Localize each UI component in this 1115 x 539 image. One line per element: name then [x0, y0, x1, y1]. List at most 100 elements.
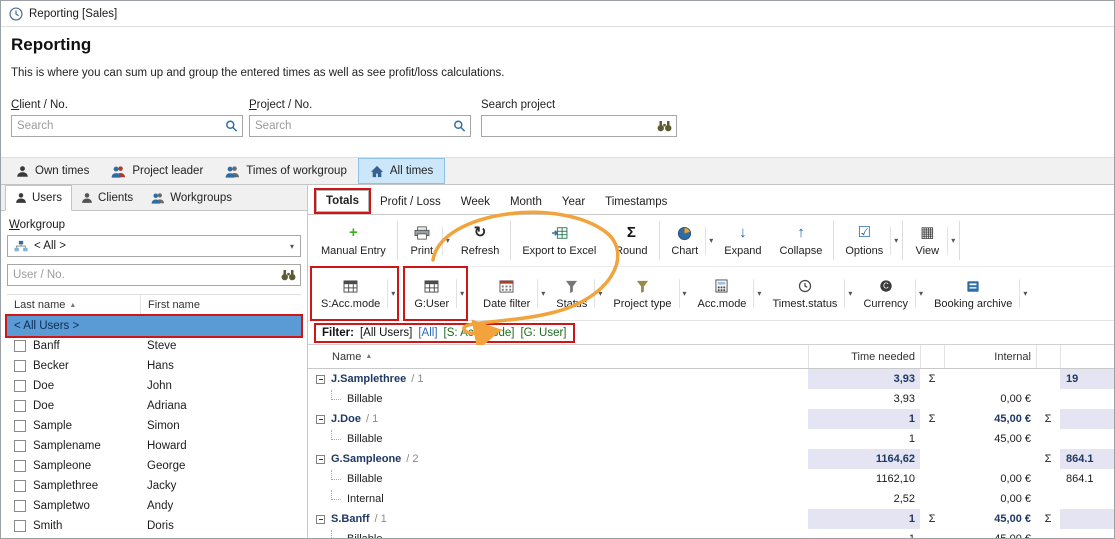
window-titlebar: Reporting [Sales]	[1, 1, 1114, 27]
column-header-first-name[interactable]: First name	[140, 295, 301, 315]
round-button[interactable]: Σ Round	[605, 216, 657, 265]
chevron-down-icon[interactable]: ▾	[1019, 279, 1027, 309]
list-item-user[interactable]: Sampleone George	[7, 456, 301, 476]
chevron-down-icon[interactable]: ▾	[844, 279, 852, 309]
date-filter-button[interactable]: Date filter ▾	[474, 268, 547, 319]
chevron-down-icon[interactable]: ▾	[915, 279, 923, 309]
list-item-user[interactable]: Samplethree Jacky	[7, 476, 301, 496]
column-header-time-needed[interactable]: Time needed	[808, 345, 920, 368]
tab-month[interactable]: Month	[501, 192, 551, 212]
user-checkbox[interactable]	[14, 340, 26, 352]
plus-icon: +	[349, 225, 358, 242]
client-search-input[interactable]	[12, 116, 242, 136]
user-search-input[interactable]	[8, 265, 300, 285]
acc-mode-filter-button[interactable]: Acc.mode ▾	[689, 268, 764, 319]
chevron-down-icon[interactable]: ▾	[537, 279, 545, 309]
chevron-down-icon[interactable]: ▾	[442, 226, 450, 254]
column-header-last-name[interactable]: Last name ▲	[7, 295, 140, 315]
column-header-name[interactable]: Name ▲	[308, 345, 808, 368]
list-item-user[interactable]: Banff Steve	[7, 336, 301, 356]
tab-profit-loss[interactable]: Profit / Loss	[371, 192, 450, 212]
chart-button[interactable]: Chart ▾	[662, 216, 715, 265]
user-checkbox[interactable]	[14, 520, 26, 532]
expand-button[interactable]: ↓ Expand	[715, 216, 770, 265]
tab-week[interactable]: Week	[452, 192, 499, 212]
print-button[interactable]: Print ▾	[400, 216, 452, 265]
timestamp-status-filter-button[interactable]: Timest.status ▾	[763, 268, 854, 319]
tab-project-leader[interactable]: Project leader	[100, 158, 214, 184]
project-filter-group: Project / No.	[249, 99, 471, 137]
collapse-expander-icon[interactable]	[316, 455, 325, 464]
collapse-expander-icon[interactable]	[316, 415, 325, 424]
sort-acc-mode-button[interactable]: S:Acc.mode ▾	[312, 268, 397, 319]
tab-own-times[interactable]: Own times	[5, 158, 100, 184]
binoculars-icon[interactable]	[657, 120, 672, 132]
group-user-button[interactable]: G:User ▾	[405, 268, 466, 319]
chevron-down-icon[interactable]: ▾	[947, 226, 955, 254]
table-row-group[interactable]: J.Samplethree/ 1 3,93 Σ 19	[308, 369, 1114, 389]
collapse-button[interactable]: ↑ Collapse	[771, 216, 832, 265]
list-item-user[interactable]: Sampletwo Andy	[7, 496, 301, 516]
collapse-expander-icon[interactable]	[316, 375, 325, 384]
status-filter-button[interactable]: Status ▾	[547, 268, 604, 319]
export-to-excel-button[interactable]: Export to Excel	[513, 216, 605, 265]
tab-all-times[interactable]: All times	[358, 158, 445, 184]
collapse-expander-icon[interactable]	[316, 515, 325, 524]
options-button[interactable]: ☑ Options ▾	[836, 216, 900, 265]
binoculars-icon[interactable]	[281, 269, 296, 281]
table-row-detail[interactable]: Internal 2,52 0,00 €	[308, 489, 1114, 509]
user-checkbox[interactable]	[14, 360, 26, 372]
table-row-group[interactable]: G.Sampleone/ 2 1164,62 Σ 864.1	[308, 449, 1114, 469]
tab-timestamps[interactable]: Timestamps	[596, 192, 676, 212]
chevron-down-icon[interactable]: ▾	[594, 279, 602, 309]
chevron-down-icon[interactable]: ▾	[890, 226, 898, 254]
toolbar-separator	[510, 221, 511, 260]
tab-year[interactable]: Year	[553, 192, 594, 212]
tab-totals[interactable]: Totals	[316, 190, 369, 212]
list-item-user[interactable]: Smith Doris	[7, 516, 301, 536]
user-checkbox[interactable]	[14, 460, 26, 472]
magnifier-icon[interactable]	[225, 120, 238, 133]
tab-times-of-workgroup[interactable]: Times of workgroup	[214, 158, 358, 184]
project-search-input[interactable]	[250, 116, 470, 136]
list-item-user[interactable]: Doe Adriana	[7, 396, 301, 416]
manual-entry-button[interactable]: + Manual Entry	[312, 216, 395, 265]
chevron-down-icon[interactable]: ▾	[290, 242, 294, 251]
chevron-down-icon[interactable]: ▾	[679, 279, 687, 309]
excel-export-icon	[551, 225, 568, 242]
user-checkbox[interactable]	[14, 480, 26, 492]
chevron-down-icon[interactable]: ▾	[753, 279, 761, 309]
column-header-internal[interactable]: Internal	[944, 345, 1036, 368]
list-item-user[interactable]: Becker Hans	[7, 356, 301, 376]
table-row-group[interactable]: J.Doe/ 1 1 Σ 45,00 € Σ	[308, 409, 1114, 429]
workgroup-combobox[interactable]: < All > ▾	[7, 235, 301, 257]
view-button[interactable]: ▦ View ▾	[905, 216, 957, 265]
chevron-down-icon[interactable]: ▾	[387, 279, 395, 309]
user-checkbox[interactable]	[14, 400, 26, 412]
tab-users[interactable]: Users	[5, 185, 72, 211]
chevron-down-icon[interactable]: ▾	[456, 279, 464, 309]
chevron-down-icon[interactable]: ▾	[705, 226, 713, 254]
table-row-group[interactable]: S.Banff/ 1 1 Σ 45,00 € Σ	[308, 509, 1114, 529]
booking-archive-button[interactable]: Booking archive ▾	[925, 268, 1029, 319]
magnifier-icon[interactable]	[453, 120, 466, 133]
table-row-detail[interactable]: Billable 1162,10 0,00 € 864.1	[308, 469, 1114, 489]
user-checkbox[interactable]	[14, 500, 26, 512]
list-item-user[interactable]: Doe John	[7, 376, 301, 396]
project-type-filter-button[interactable]: Project type ▾	[604, 268, 688, 319]
list-item-all-users[interactable]: < All Users >	[7, 316, 301, 336]
tab-clients[interactable]: Clients	[72, 185, 142, 210]
expand-icon: ↓	[739, 225, 747, 242]
user-checkbox[interactable]	[14, 440, 26, 452]
tab-workgroups[interactable]: Workgroups	[142, 185, 241, 210]
list-item-user[interactable]: Samplename Howard	[7, 436, 301, 456]
user-checkbox[interactable]	[14, 420, 26, 432]
table-row-detail[interactable]: Billable 1 45,00 €	[308, 429, 1114, 449]
table-row-detail[interactable]: Billable 1 45,00 €	[308, 529, 1114, 538]
refresh-button[interactable]: ↻ Refresh	[452, 216, 509, 265]
table-row-detail[interactable]: Billable 3,93 0,00 €	[308, 389, 1114, 409]
currency-button[interactable]: C Currency ▾	[854, 268, 925, 319]
search-project-input[interactable]	[482, 116, 676, 136]
user-checkbox[interactable]	[14, 380, 26, 392]
list-item-user[interactable]: Sample Simon	[7, 416, 301, 436]
